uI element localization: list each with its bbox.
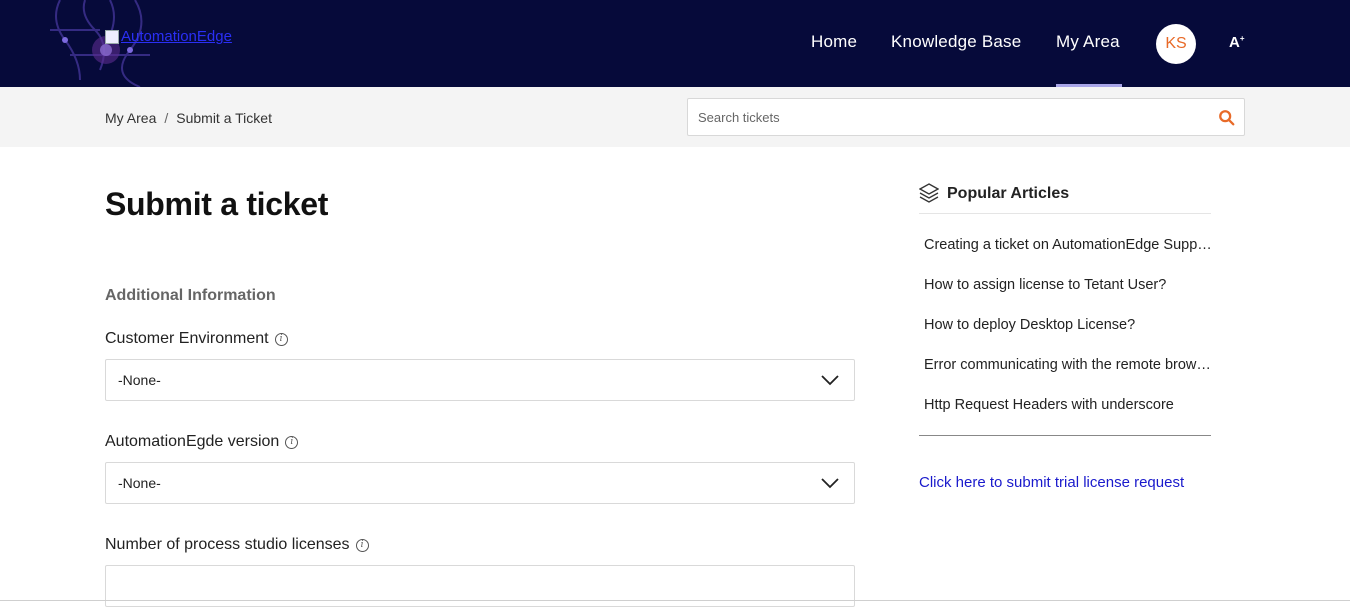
page-bottom-border bbox=[0, 600, 1350, 601]
nav-my-area[interactable]: My Area bbox=[1056, 32, 1120, 52]
nav-home[interactable]: Home bbox=[811, 32, 857, 52]
popular-article-link[interactable]: How to deploy Desktop License? bbox=[924, 317, 1212, 333]
breadcrumb-separator: / bbox=[164, 110, 169, 126]
avatar[interactable]: KS bbox=[1156, 24, 1196, 64]
avatar-initials: KS bbox=[1165, 35, 1187, 52]
search-input[interactable] bbox=[688, 99, 1208, 135]
automationedge-version-value: -None- bbox=[118, 475, 161, 491]
popular-articles-header: Popular Articles bbox=[919, 182, 1211, 214]
breadcrumb-submit-ticket: Submit a Ticket bbox=[176, 110, 272, 126]
breadcrumb-my-area[interactable]: My Area bbox=[105, 110, 156, 126]
font-size-toggle-icon[interactable]: A+ bbox=[1229, 34, 1245, 51]
section-title: Additional Information bbox=[105, 287, 276, 304]
info-icon[interactable]: i bbox=[355, 538, 369, 552]
page-title: Submit a ticket bbox=[105, 186, 329, 222]
search-box bbox=[687, 98, 1245, 136]
trial-license-request-link[interactable]: Click here to submit trial license reque… bbox=[919, 474, 1184, 491]
nav-knowledge-base[interactable]: Knowledge Base bbox=[891, 32, 1021, 52]
customer-environment-select[interactable]: -None- bbox=[105, 359, 855, 401]
popular-article-link[interactable]: How to assign license to Tetant User? bbox=[924, 277, 1212, 293]
popular-article-link[interactable]: Http Request Headers with underscore bbox=[924, 397, 1212, 413]
popular-article-link[interactable]: Error communicating with the remote brow… bbox=[924, 357, 1212, 373]
process-studio-licenses-label: Number of process studio licenses i bbox=[105, 536, 369, 554]
search-icon[interactable] bbox=[1218, 109, 1236, 127]
top-header: AutomationEdge Home Knowledge Base My Ar… bbox=[0, 0, 1350, 87]
automationedge-version-label: AutomationEgde version i bbox=[105, 433, 299, 451]
popular-article-link[interactable]: Creating a ticket on AutomationEdge Supp… bbox=[924, 237, 1212, 253]
logo[interactable]: AutomationEdge bbox=[105, 28, 232, 45]
font-toggle-letter: A bbox=[1229, 34, 1240, 51]
info-icon[interactable]: i bbox=[274, 332, 288, 346]
broken-image-icon bbox=[105, 29, 119, 44]
font-toggle-plus: + bbox=[1239, 34, 1245, 43]
logo-alt-text: AutomationEdge bbox=[121, 28, 232, 45]
automationedge-version-select[interactable]: -None- bbox=[105, 462, 855, 504]
automationedge-version-label-text: AutomationEgde version bbox=[105, 433, 280, 450]
layers-icon bbox=[919, 183, 939, 203]
sub-header-bar: My Area / Submit a Ticket bbox=[0, 87, 1350, 147]
sidebar-divider bbox=[919, 435, 1211, 436]
chevron-down-icon bbox=[821, 375, 839, 386]
info-icon[interactable]: i bbox=[285, 435, 299, 449]
customer-environment-label: Customer Environment i bbox=[105, 330, 288, 348]
popular-articles-title: Popular Articles bbox=[947, 185, 1070, 202]
breadcrumb: My Area / Submit a Ticket bbox=[105, 110, 272, 126]
chevron-down-icon bbox=[821, 478, 839, 489]
process-studio-licenses-label-text: Number of process studio licenses bbox=[105, 536, 350, 553]
customer-environment-label-text: Customer Environment bbox=[105, 330, 269, 347]
customer-environment-value: -None- bbox=[118, 372, 161, 388]
